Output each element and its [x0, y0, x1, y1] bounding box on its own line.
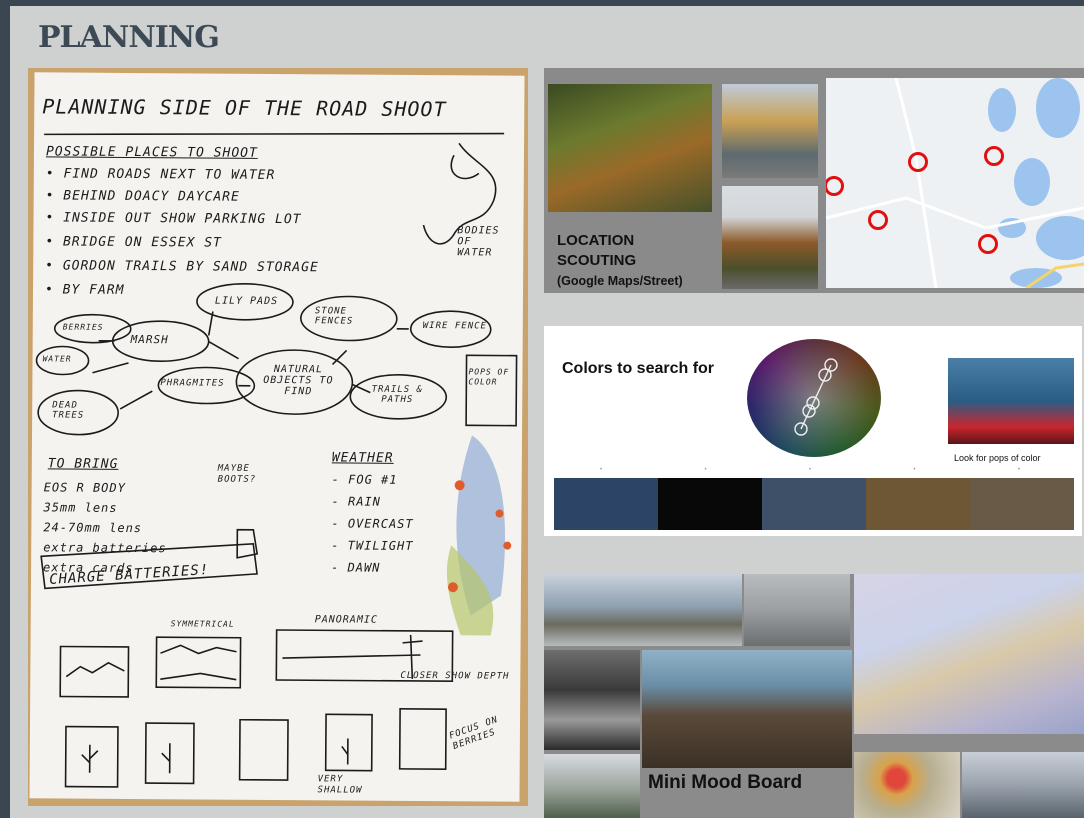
colors-title: Colors to search for	[562, 360, 715, 377]
location-scouting-label: LOCATION SCOUTING (Google Maps/Street)	[557, 231, 683, 291]
color-swatch	[554, 478, 658, 530]
pops-caption: Look for pops of color	[954, 453, 1041, 463]
label-line: LOCATION	[557, 232, 635, 249]
closer-depth-note: CLOSER SHOW DEPTH	[400, 670, 510, 682]
map-pin-icon	[908, 152, 928, 172]
mindmap-node: POPS OF COLOR	[468, 367, 510, 387]
mindmap-node: MARSH	[130, 332, 169, 347]
map-pin-icon	[978, 234, 998, 254]
google-map	[826, 78, 1084, 288]
mood-photo-berries	[854, 752, 960, 818]
mindmap-node: DEAD TREES	[52, 400, 85, 421]
street-view-photo	[722, 84, 818, 178]
to-bring-item: 24-70mm lens	[43, 520, 143, 536]
to-bring-heading: TO BRING	[47, 456, 119, 472]
mood-photo-portrait	[642, 650, 852, 768]
place-item: • BEHIND DOACY DAYCARE	[45, 188, 240, 205]
mood-photo-bw-trees	[544, 650, 640, 750]
places-heading: POSSIBLE PLACES TO SHOOT	[45, 144, 258, 161]
mood-board-panel: Mini Mood Board	[544, 574, 1084, 818]
mindmap-node: LILY PADS	[214, 295, 279, 308]
mindmap-node: STONE FENCES	[314, 306, 354, 327]
mindmap-node: BERRIES	[62, 322, 104, 332]
to-bring-item: EOS R BODY	[43, 480, 126, 495]
map-pin-icon	[868, 210, 888, 230]
weather-item: - OVERCAST	[331, 516, 414, 531]
color-swatch	[866, 478, 970, 530]
very-shallow-note: VERY SHALLOW	[317, 774, 363, 796]
handwritten-notes-photo: PLANNING SIDE OF THE ROAD SHOOT POSSIBLE…	[28, 68, 528, 806]
place-item: • BY FARM	[44, 282, 125, 298]
weather-heading: WEATHER	[331, 450, 394, 466]
map-pin-icon	[984, 146, 1004, 166]
mood-photo-misty-lake	[544, 574, 742, 646]
mood-photo-fog-reeds	[744, 574, 850, 646]
mindmap-node: TRAILS & PATHS	[371, 384, 424, 405]
maybe-boots-label: MAYBE BOOTS?	[217, 463, 257, 485]
notes-paper: PLANNING SIDE OF THE ROAD SHOOT POSSIBLE…	[29, 72, 525, 802]
color-swatch	[762, 478, 866, 530]
notes-title: PLANNING SIDE OF THE ROAD SHOOT	[42, 94, 447, 122]
weather-item: - FOG #1	[331, 472, 398, 487]
label-line: SCOUTING	[557, 252, 637, 269]
place-item: • GORDON TRAILS BY SAND STORAGE	[45, 258, 319, 276]
mood-photo-wanderer	[962, 752, 1084, 818]
panoramic-label: PANORAMIC	[314, 614, 378, 626]
street-view-photo	[722, 186, 818, 289]
street-view-photo	[548, 84, 712, 212]
mindmap-node: WIRE FENCE	[422, 321, 487, 332]
mood-photo-foggy-field	[544, 754, 640, 818]
red-forest-photo	[948, 358, 1074, 444]
bodies-of-water-label: BODIES OF WATER	[457, 225, 500, 259]
mood-board-label: Mini Mood Board	[648, 772, 803, 793]
slide: PLANNING PLANNING SIDE OF THE ROAD SHOOT…	[10, 6, 1084, 818]
mindmap-node: WATER	[42, 354, 72, 364]
color-wheel	[747, 339, 881, 457]
color-swatch	[658, 478, 762, 530]
mood-photo-haystacks-painting	[854, 574, 1084, 734]
map-shapes	[826, 78, 1084, 288]
weather-item: - TWILIGHT	[331, 538, 414, 553]
weather-item: - DAWN	[331, 560, 381, 575]
palette-swatches	[554, 478, 1074, 530]
to-bring-item: extra batteries	[43, 540, 167, 556]
symmetrical-label: SYMMETRICAL	[170, 619, 235, 629]
place-item: • FIND ROADS NEXT TO WATER	[45, 166, 276, 183]
label-line: (Google Maps/Street)	[557, 274, 683, 288]
mindmap-center: NATURAL OBJECTS TO FIND	[263, 363, 334, 398]
color-swatch	[970, 478, 1074, 530]
to-bring-item: 35mm lens	[43, 500, 118, 515]
weather-item: - RAIN	[331, 494, 381, 509]
color-palette-panel: Colors to search for Look for pops of co…	[544, 326, 1082, 536]
location-scouting-panel: LOCATION SCOUTING (Google Maps/Street)	[544, 68, 1084, 293]
color-wheel-markers	[794, 358, 838, 436]
place-item: • BRIDGE ON ESSEX ST	[45, 234, 222, 251]
page-title: PLANNING	[38, 20, 220, 55]
palette-ticks: • • • • •	[600, 467, 1020, 473]
place-item: • INSIDE OUT SHOW PARKING LOT	[45, 210, 302, 228]
mindmap-node: PHRAGMITES	[160, 378, 225, 389]
